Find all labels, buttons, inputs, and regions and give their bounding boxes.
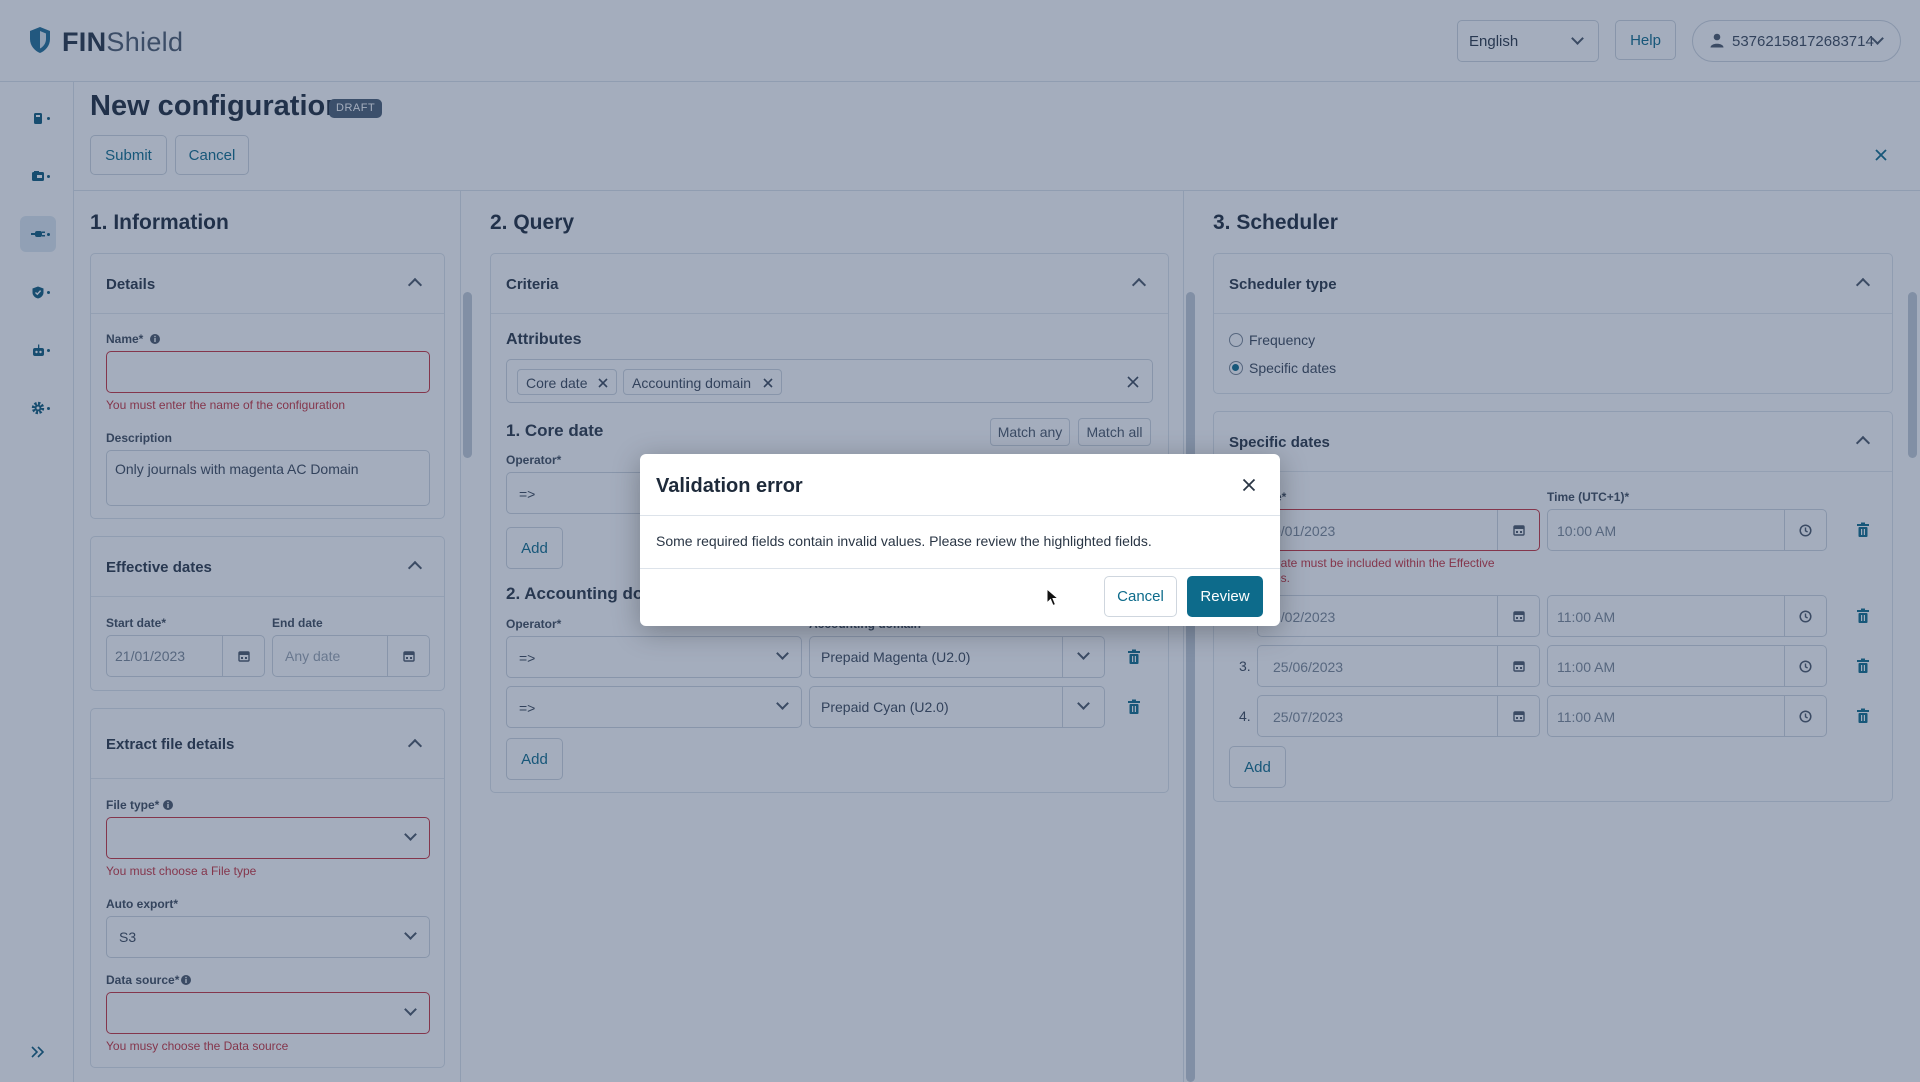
dialog-message: Some required fields contain invalid val… <box>656 533 1152 549</box>
close-icon[interactable] <box>1234 470 1264 500</box>
dialog-divider <box>640 515 1280 516</box>
validation-error-dialog: Validation error Some required fields co… <box>640 454 1280 626</box>
mouse-cursor-icon <box>1046 588 1059 607</box>
dialog-cancel-button[interactable]: Cancel <box>1104 576 1177 617</box>
review-button[interactable]: Review <box>1187 576 1263 617</box>
dialog-divider <box>640 568 1280 569</box>
dialog-title: Validation error <box>656 475 803 497</box>
app-root: FINShield English Help 53762158172683714 <box>0 0 1920 1082</box>
